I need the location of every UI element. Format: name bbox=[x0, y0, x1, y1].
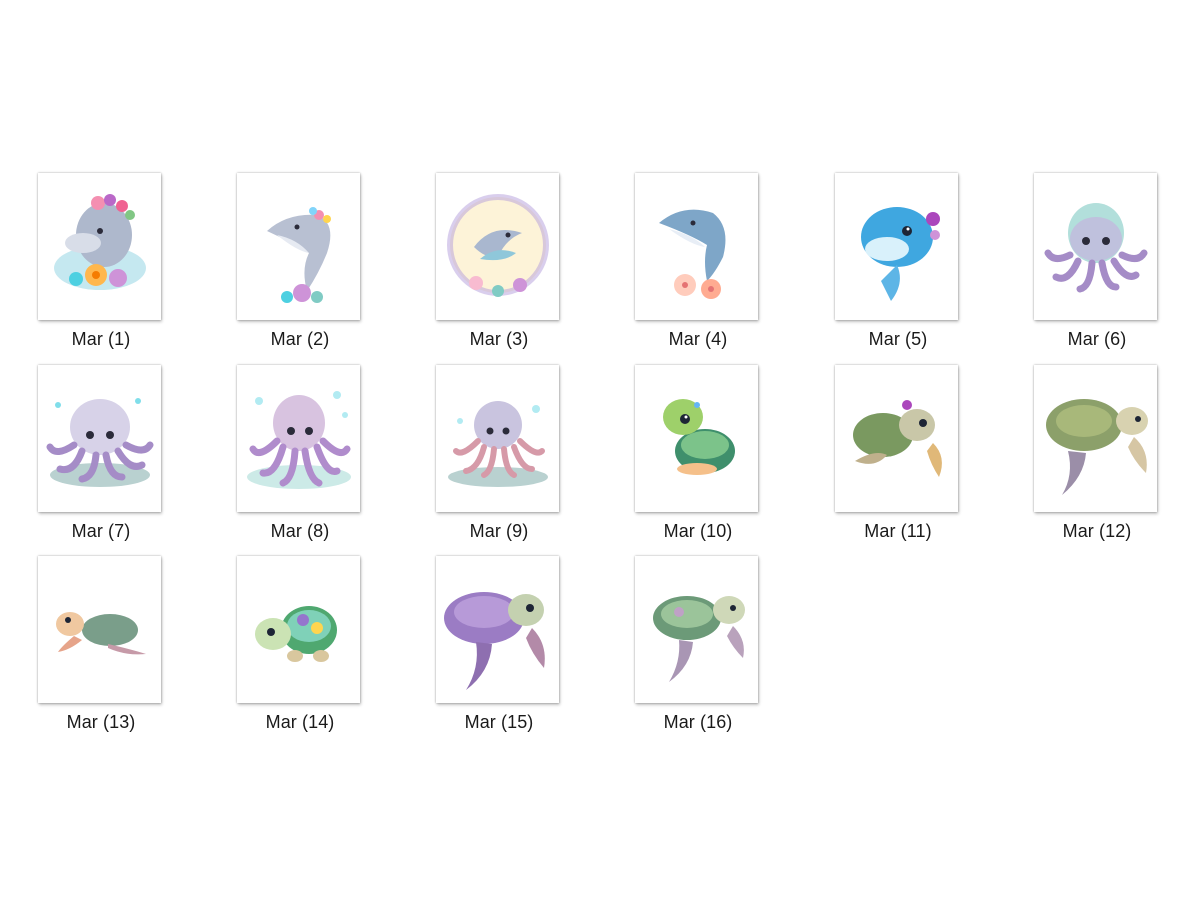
file-item[interactable]: Mar (3) bbox=[399, 173, 559, 358]
file-item[interactable]: Mar (4) bbox=[598, 173, 758, 358]
file-item[interactable]: Mar (16) bbox=[598, 556, 758, 741]
file-name-label: Mar (8) bbox=[270, 521, 330, 541]
thumbnail bbox=[436, 173, 559, 320]
thumbnail bbox=[38, 365, 161, 512]
thumbnail bbox=[835, 173, 958, 320]
file-item[interactable]: Mar (2) bbox=[200, 173, 360, 358]
file-name-label: Mar (7) bbox=[71, 521, 131, 541]
thumbnail bbox=[38, 556, 161, 703]
file-name-label: Mar (9) bbox=[469, 521, 529, 541]
file-name-label: Mar (13) bbox=[66, 712, 136, 732]
thumbnail bbox=[1034, 365, 1157, 512]
file-item[interactable]: Mar (11) bbox=[798, 365, 958, 550]
thumbnail bbox=[835, 365, 958, 512]
file-item[interactable]: Mar (1) bbox=[1, 173, 161, 358]
thumbnail bbox=[436, 556, 559, 703]
file-item[interactable]: Mar (8) bbox=[200, 365, 360, 550]
file-item[interactable]: Mar (9) bbox=[399, 365, 559, 550]
thumbnail bbox=[436, 365, 559, 512]
file-item[interactable]: Mar (10) bbox=[598, 365, 758, 550]
file-item[interactable]: Mar (12) bbox=[997, 365, 1157, 550]
thumbnail bbox=[635, 365, 758, 512]
file-name-label: Mar (2) bbox=[270, 329, 330, 349]
file-item[interactable]: Mar (15) bbox=[399, 556, 559, 741]
file-name-label: Mar (14) bbox=[265, 712, 335, 732]
thumbnail bbox=[38, 173, 161, 320]
file-name-label: Mar (3) bbox=[469, 329, 529, 349]
thumbnail bbox=[237, 365, 360, 512]
thumbnail bbox=[237, 173, 360, 320]
file-name-label: Mar (12) bbox=[1062, 521, 1132, 541]
thumbnail bbox=[237, 556, 360, 703]
file-grid: Mar (1) Mar (2) Mar (3) Mar (4) Mar (5) … bbox=[0, 0, 1200, 899]
file-item[interactable]: Mar (13) bbox=[1, 556, 161, 741]
file-name-label: Mar (5) bbox=[868, 329, 928, 349]
file-item[interactable]: Mar (6) bbox=[997, 173, 1157, 358]
file-item[interactable]: Mar (14) bbox=[200, 556, 360, 741]
thumbnail bbox=[1034, 173, 1157, 320]
file-item[interactable]: Mar (5) bbox=[798, 173, 958, 358]
file-name-label: Mar (10) bbox=[663, 521, 733, 541]
file-name-label: Mar (15) bbox=[464, 712, 534, 732]
file-name-label: Mar (4) bbox=[668, 329, 728, 349]
file-name-label: Mar (16) bbox=[663, 712, 733, 732]
file-item[interactable]: Mar (7) bbox=[1, 365, 161, 550]
file-name-label: Mar (6) bbox=[1067, 329, 1127, 349]
file-name-label: Mar (1) bbox=[71, 329, 131, 349]
thumbnail bbox=[635, 173, 758, 320]
thumbnail bbox=[635, 556, 758, 703]
file-name-label: Mar (11) bbox=[864, 521, 932, 541]
